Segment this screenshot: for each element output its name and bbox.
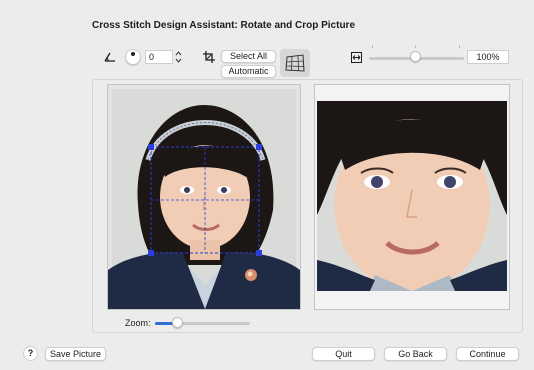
rotation-dial[interactable] xyxy=(125,49,141,65)
continue-button[interactable]: Continue xyxy=(456,347,519,361)
go-back-button[interactable]: Go Back xyxy=(384,347,447,361)
quit-button[interactable]: Quit xyxy=(312,347,375,361)
magnification-slider-thumb[interactable] xyxy=(410,51,421,62)
save-picture-button[interactable]: Save Picture xyxy=(45,347,106,361)
angle-stepper[interactable] xyxy=(174,50,183,64)
dialog-window: Cross Stitch Design Assistant: Rotate an… xyxy=(0,0,534,370)
slider-tick xyxy=(415,45,416,48)
help-button[interactable]: ? xyxy=(23,346,38,361)
stepper-arrows-icon xyxy=(175,51,182,63)
angle-input[interactable]: 0 xyxy=(145,50,173,64)
angle-icon xyxy=(104,52,115,62)
crop-icon[interactable] xyxy=(203,51,215,63)
perspective-button[interactable] xyxy=(280,49,310,77)
source-photo xyxy=(108,85,300,309)
zoom-slider-thumb[interactable] xyxy=(172,317,183,328)
cropped-preview xyxy=(315,85,509,309)
fit-width-icon[interactable] xyxy=(351,52,362,63)
zoom-label: Zoom: xyxy=(125,318,151,328)
automatic-button[interactable]: Automatic xyxy=(221,65,276,78)
magnification-field[interactable]: 100% xyxy=(467,50,509,64)
select-all-button[interactable]: Select All xyxy=(221,50,276,63)
cropped-preview-frame xyxy=(314,84,510,310)
slider-tick xyxy=(372,45,373,48)
slider-tick xyxy=(459,45,460,48)
perspective-grid-icon xyxy=(285,54,305,72)
dialog-title: Cross Stitch Design Assistant: Rotate an… xyxy=(92,20,356,31)
dial-indicator xyxy=(131,52,135,56)
source-photo-frame[interactable] xyxy=(107,84,301,310)
